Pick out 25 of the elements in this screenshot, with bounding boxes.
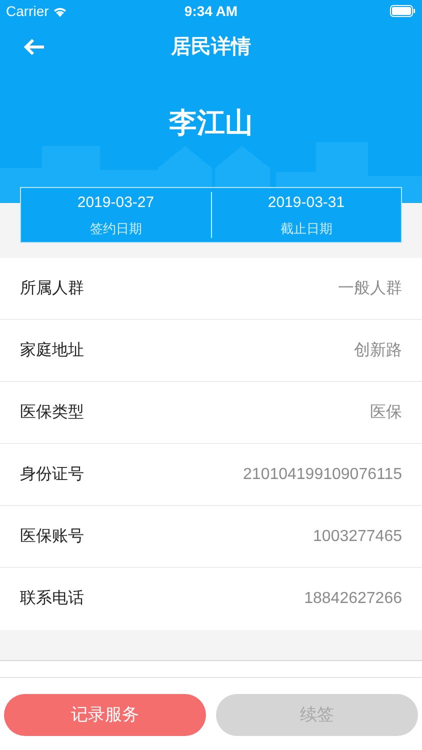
field-label: 联系电话: [20, 588, 84, 609]
action-button[interactable]: 记录服务: [4, 694, 206, 736]
field-label: 家庭地址: [20, 340, 84, 360]
field-label: 所属人群: [20, 278, 84, 298]
wifi-icon: [52, 6, 67, 16]
date-value: 2019-03-27: [77, 193, 154, 213]
status-time: 9:34 AM: [184, 2, 238, 20]
field-value: 1003277465: [313, 526, 402, 546]
resident-name: 李江山: [169, 106, 253, 140]
back-arrow-icon: [23, 38, 45, 56]
field-value: 18842627266: [304, 589, 402, 609]
carrier-label: Carrier: [6, 2, 49, 20]
page-title: 居民详情: [171, 34, 251, 60]
field-label: 医保账号: [20, 526, 84, 546]
field-value: 一般人群: [338, 278, 402, 298]
field-value: 210104199109076115: [243, 464, 402, 484]
field-label: 身份证号: [20, 464, 84, 484]
back-button[interactable]: [22, 36, 46, 58]
field-value: 创新路: [354, 340, 402, 360]
field-label: 医保类型: [20, 402, 84, 422]
date-value: 2019-03-31: [268, 193, 345, 213]
field-value: 医保: [370, 402, 402, 422]
date-label: 截止日期: [280, 220, 332, 238]
date-label: 签约日期: [90, 220, 142, 238]
battery-icon: [390, 5, 416, 17]
